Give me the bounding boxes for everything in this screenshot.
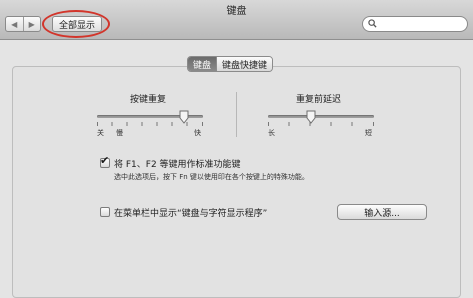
key-repeat-knob[interactable] <box>179 110 189 124</box>
checkmark-icon: ✔ <box>100 154 110 167</box>
tab-keyboard-shortcuts[interactable]: 键盘快捷键 <box>216 57 273 71</box>
fn-keys-description: 选中此选项后，按下 Fn 键以使用印在各个按键上的特殊功能。 <box>114 173 309 181</box>
delay-until-repeat-label: 重复前延迟 <box>296 95 342 105</box>
delay-until-repeat-slider[interactable] <box>268 110 374 126</box>
menu-bar-viewer-checkbox[interactable] <box>100 207 110 217</box>
show-all-button[interactable]: 全部显示 <box>52 16 102 32</box>
keyboard-preferences-window: 键盘 ◀ ▶ 全部显示 键盘 键盘快捷键 按键重复 关 慢 快 重复前延迟 长 … <box>0 0 473 298</box>
show-all-label: 全部显示 <box>58 20 95 31</box>
delay-until-repeat-ticks <box>268 122 374 126</box>
delay-long-label: 长 <box>268 129 275 137</box>
fn-keys-label: 将 F1、F2 等键用作标准功能键 <box>114 160 241 170</box>
menu-bar-viewer-label: 在菜单栏中显示“键盘与字符显示程序” <box>114 209 268 219</box>
forward-button[interactable]: ▶ <box>22 17 41 31</box>
back-forward-buttons: ◀ ▶ <box>5 16 41 32</box>
fn-keys-checkbox[interactable]: ✔ <box>100 154 110 168</box>
key-repeat-off-label: 关 <box>97 129 104 137</box>
tab-bar: 键盘 键盘快捷键 <box>187 56 274 72</box>
slider-divider <box>236 92 237 137</box>
key-repeat-fast-label: 快 <box>194 129 201 137</box>
key-repeat-slider[interactable] <box>97 110 203 126</box>
window-title: 键盘 <box>226 6 247 17</box>
tab-keyboard-shortcuts-label: 键盘快捷键 <box>222 60 268 71</box>
delay-short-label: 短 <box>365 129 372 137</box>
back-arrow-icon: ◀ <box>11 19 18 29</box>
delay-until-repeat-knob[interactable] <box>306 110 316 124</box>
forward-arrow-icon: ▶ <box>28 19 35 29</box>
tab-keyboard[interactable]: 键盘 <box>188 57 216 71</box>
delay-until-repeat-track <box>268 115 374 118</box>
toolbar: 键盘 ◀ ▶ 全部显示 <box>0 0 473 40</box>
back-button[interactable]: ◀ <box>6 17 23 31</box>
key-repeat-slow-label: 慢 <box>116 129 123 137</box>
search-field[interactable] <box>362 16 468 32</box>
input-sources-button[interactable]: 输入源... <box>337 204 427 220</box>
tab-keyboard-label: 键盘 <box>192 60 211 71</box>
key-repeat-label: 按键重复 <box>130 95 167 105</box>
input-sources-label: 输入源... <box>364 208 400 219</box>
search-icon <box>368 19 377 28</box>
